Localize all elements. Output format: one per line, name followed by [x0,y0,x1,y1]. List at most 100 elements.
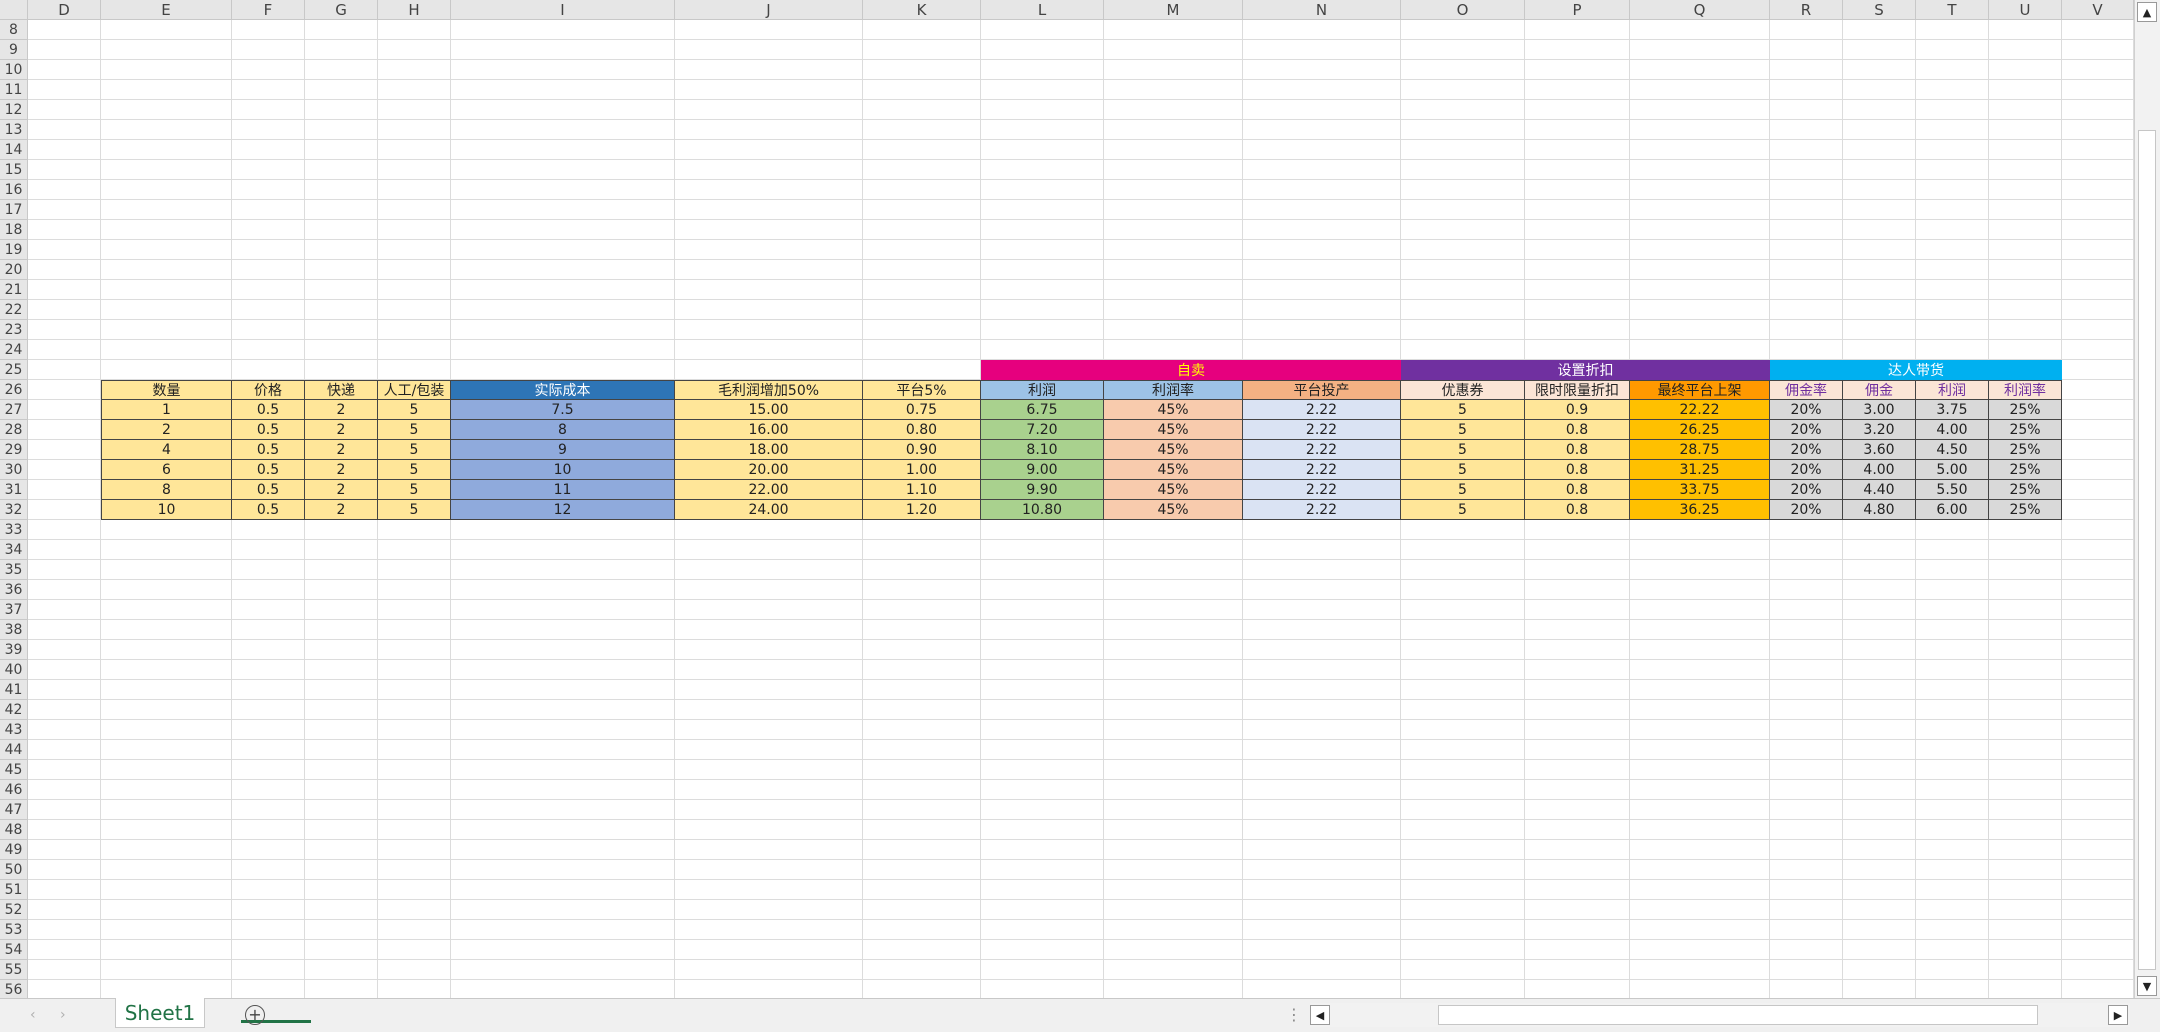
table-cell[interactable]: 2.22 [1243,400,1401,420]
table-cell[interactable]: 2.22 [1243,480,1401,500]
table-cell[interactable]: 25% [1989,440,2062,460]
table-cell[interactable]: 20% [1770,440,1843,460]
table-header-cell[interactable]: 价格 [232,380,305,400]
group-header-1[interactable]: 设置折扣 [1401,360,1770,380]
table-cell[interactable]: 0.8 [1525,460,1630,480]
table-cell[interactable]: 4 [101,440,232,460]
table-cell[interactable]: 0.5 [232,460,305,480]
table-header-cell[interactable]: 限时限量折扣 [1525,380,1630,400]
row-header-17[interactable]: 17 [0,200,28,220]
table-cell[interactable]: 6.00 [1916,500,1989,520]
table-cell[interactable]: 2 [305,440,378,460]
table-cell[interactable]: 5 [1401,460,1525,480]
table-cell[interactable]: 20% [1770,400,1843,420]
column-header-j[interactable]: J [675,0,863,20]
table-cell[interactable]: 7.5 [451,400,675,420]
column-header-p[interactable]: P [1525,0,1630,20]
column-header-i[interactable]: I [451,0,675,20]
column-header-r[interactable]: R [1770,0,1843,20]
table-cell[interactable]: 20% [1770,460,1843,480]
table-cell[interactable]: 11 [451,480,675,500]
scroll-up-icon[interactable]: ▲ [2137,2,2157,22]
table-cell[interactable]: 4.00 [1916,420,1989,440]
row-header-35[interactable]: 35 [0,560,28,580]
row-header-12[interactable]: 12 [0,100,28,120]
table-cell[interactable]: 5 [378,500,451,520]
table-cell[interactable]: 8.10 [981,440,1104,460]
table-cell[interactable]: 5 [378,460,451,480]
table-cell[interactable]: 25% [1989,500,2062,520]
row-header-15[interactable]: 15 [0,160,28,180]
table-cell[interactable]: 10 [101,500,232,520]
table-cell[interactable]: 5.50 [1916,480,1989,500]
table-cell[interactable]: 5 [1401,420,1525,440]
table-cell[interactable]: 2.22 [1243,420,1401,440]
table-cell[interactable]: 0.80 [863,420,981,440]
table-cell[interactable]: 20.00 [675,460,863,480]
scroll-down-icon[interactable]: ▼ [2137,976,2157,996]
table-cell[interactable]: 3.75 [1916,400,1989,420]
table-cell[interactable]: 2 [305,460,378,480]
row-header-56[interactable]: 56 [0,980,28,998]
column-header-e[interactable]: E [101,0,232,20]
table-cell[interactable]: 0.5 [232,400,305,420]
horizontal-scrollbar[interactable]: ◀ ▶ [1310,1003,2130,1027]
table-header-cell[interactable]: 平台投产 [1243,380,1401,400]
row-header-53[interactable]: 53 [0,920,28,940]
table-cell[interactable]: 25% [1989,480,2062,500]
table-cell[interactable]: 45% [1104,440,1243,460]
table-header-cell[interactable]: 人工/包装 [378,380,451,400]
table-cell[interactable]: 12 [451,500,675,520]
table-cell[interactable]: 2.22 [1243,440,1401,460]
row-header-24[interactable]: 24 [0,340,28,360]
table-cell[interactable]: 2 [101,420,232,440]
row-header-38[interactable]: 38 [0,620,28,640]
table-cell[interactable]: 20% [1770,420,1843,440]
table-header-cell[interactable]: 利润率 [1989,380,2062,400]
table-cell[interactable]: 22.22 [1630,400,1770,420]
table-cell[interactable]: 31.25 [1630,460,1770,480]
table-cell[interactable]: 25% [1989,400,2062,420]
column-header-n[interactable]: N [1243,0,1401,20]
table-cell[interactable]: 20% [1770,480,1843,500]
column-header-s[interactable]: S [1843,0,1916,20]
table-header-cell[interactable]: 实际成本 [451,380,675,400]
table-cell[interactable]: 8 [451,420,675,440]
table-header-cell[interactable]: 利润率 [1104,380,1243,400]
column-header-d[interactable]: D [28,0,101,20]
table-cell[interactable]: 36.25 [1630,500,1770,520]
column-header-h[interactable]: H [378,0,451,20]
row-header-51[interactable]: 51 [0,880,28,900]
table-cell[interactable]: 26.25 [1630,420,1770,440]
row-header-22[interactable]: 22 [0,300,28,320]
table-cell[interactable]: 0.8 [1525,480,1630,500]
table-cell[interactable]: 3.60 [1843,440,1916,460]
table-header-cell[interactable]: 数量 [101,380,232,400]
column-header-t[interactable]: T [1916,0,1989,20]
row-header-55[interactable]: 55 [0,960,28,980]
table-cell[interactable]: 45% [1104,480,1243,500]
row-header-33[interactable]: 33 [0,520,28,540]
table-cell[interactable]: 45% [1104,420,1243,440]
add-sheet-icon[interactable]: + [245,1005,265,1025]
table-cell[interactable]: 5 [1401,440,1525,460]
table-cell[interactable]: 2.22 [1243,500,1401,520]
row-header-34[interactable]: 34 [0,540,28,560]
table-cell[interactable]: 5 [378,440,451,460]
table-cell[interactable]: 5 [378,400,451,420]
table-cell[interactable]: 22.00 [675,480,863,500]
table-cell[interactable]: 45% [1104,460,1243,480]
row-header-25[interactable]: 25 [0,360,28,380]
tab-sheet1[interactable]: Sheet1 [115,998,311,1028]
table-cell[interactable]: 0.90 [863,440,981,460]
table-cell[interactable]: 45% [1104,500,1243,520]
table-cell[interactable]: 4.80 [1843,500,1916,520]
table-cell[interactable]: 0.8 [1525,500,1630,520]
scroll-right-icon[interactable]: ▶ [2108,1005,2128,1025]
table-header-cell[interactable]: 平台5% [863,380,981,400]
table-cell[interactable]: 2.22 [1243,460,1401,480]
table-cell[interactable]: 33.75 [1630,480,1770,500]
select-all-corner[interactable] [0,0,28,20]
row-header-21[interactable]: 21 [0,280,28,300]
row-header-28[interactable]: 28 [0,420,28,440]
